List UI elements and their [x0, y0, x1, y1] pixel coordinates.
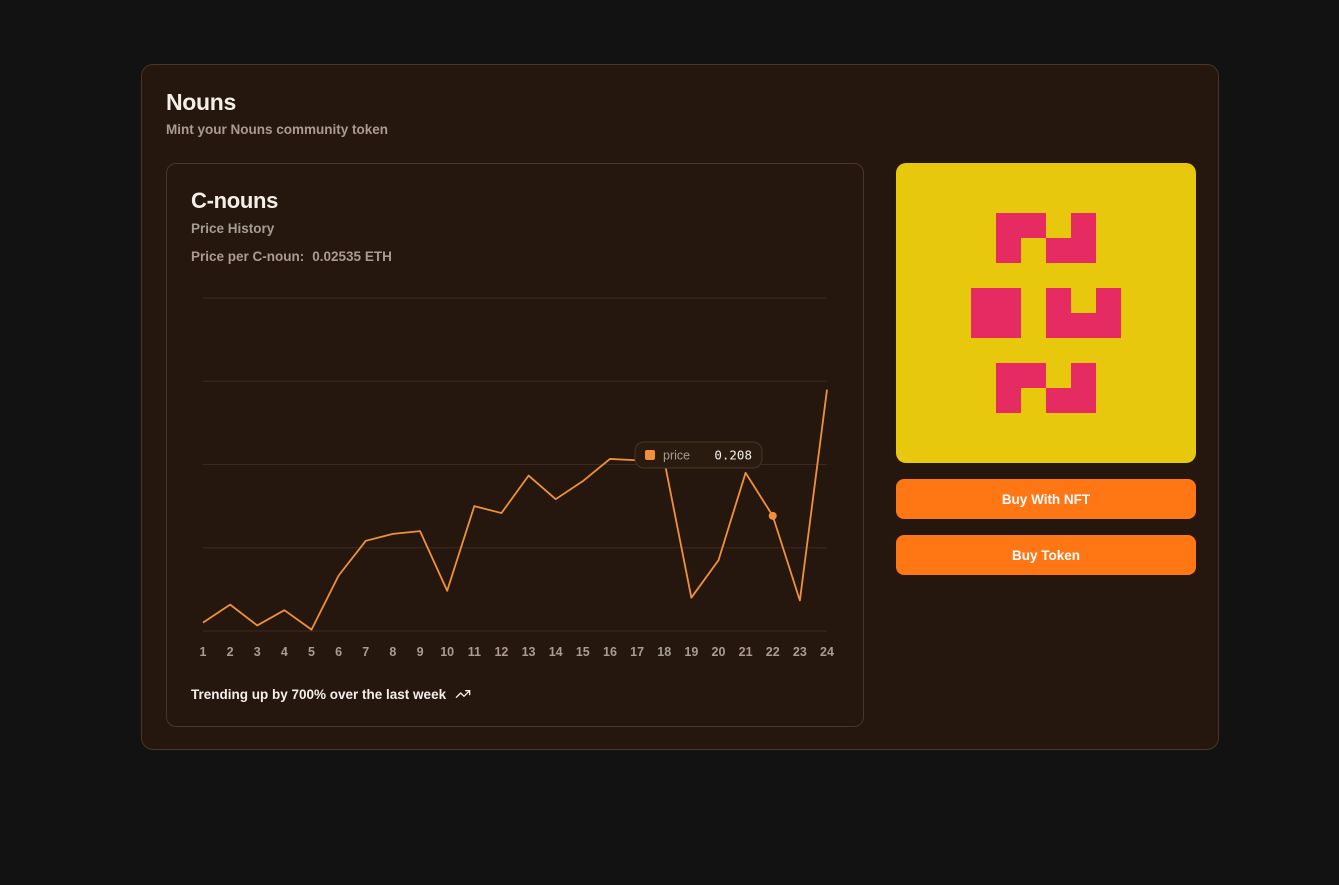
x-tick-label: 8: [389, 645, 396, 659]
x-tick-label: 23: [793, 645, 807, 659]
noun-nft-image: [896, 163, 1196, 463]
x-tick-label: 22: [766, 645, 780, 659]
trend-text: Trending up by 700% over the last week: [191, 686, 447, 702]
x-tick-label: 15: [576, 645, 590, 659]
mint-card: Nouns Mint your Nouns community token C-…: [141, 64, 1219, 750]
page-title: Nouns: [166, 89, 237, 115]
chart-tooltip: price 0.208: [634, 441, 763, 469]
page-subtitle: Mint your Nouns community token: [166, 122, 389, 137]
trending-up-icon: [455, 690, 471, 698]
x-tick-label: 13: [522, 645, 536, 659]
x-tick-label: 12: [494, 645, 508, 659]
tooltip-series-label: price: [663, 449, 690, 463]
data-point: [768, 511, 777, 520]
x-tick-label: 10: [440, 645, 454, 659]
x-tick-label: 4: [281, 645, 288, 659]
trend-summary: Trending up by 700% over the last week: [191, 686, 471, 702]
x-tick-label: 16: [603, 645, 617, 659]
x-tick-label: 18: [657, 645, 671, 659]
tooltip-swatch: [645, 450, 655, 460]
x-tick-label: 20: [712, 645, 726, 659]
x-tick-label: 1: [200, 645, 207, 659]
x-tick-label: 6: [335, 645, 342, 659]
buy-with-nft-button[interactable]: Buy With NFT: [896, 479, 1196, 519]
x-tick-label: 14: [549, 645, 563, 659]
tooltip-value: 0.208: [714, 448, 752, 463]
x-tick-label: 17: [630, 645, 644, 659]
x-tick-label: 21: [739, 645, 753, 659]
x-tick-label: 7: [362, 645, 369, 659]
x-tick-label: 19: [684, 645, 698, 659]
series-line-price: [202, 389, 828, 631]
noun-glyph-icon: [971, 213, 1121, 413]
x-tick-label: 5: [308, 645, 315, 659]
x-tick-label: 24: [820, 645, 834, 659]
price-history-card: C-nouns Price History Price per C-noun: 0…: [166, 163, 864, 727]
x-tick-label: 9: [417, 645, 424, 659]
x-tick-label: 11: [468, 645, 481, 659]
x-tick-label: 2: [227, 645, 234, 659]
buy-token-button[interactable]: Buy Token: [896, 535, 1196, 575]
price-history-chart[interactable]: 1 2 3 4 5 6 7 8 9 10 11 12 13 14 15 16 17 18 19 20 21 22 23 24p…: [167, 164, 863, 664]
x-tick-label: 3: [254, 645, 261, 659]
